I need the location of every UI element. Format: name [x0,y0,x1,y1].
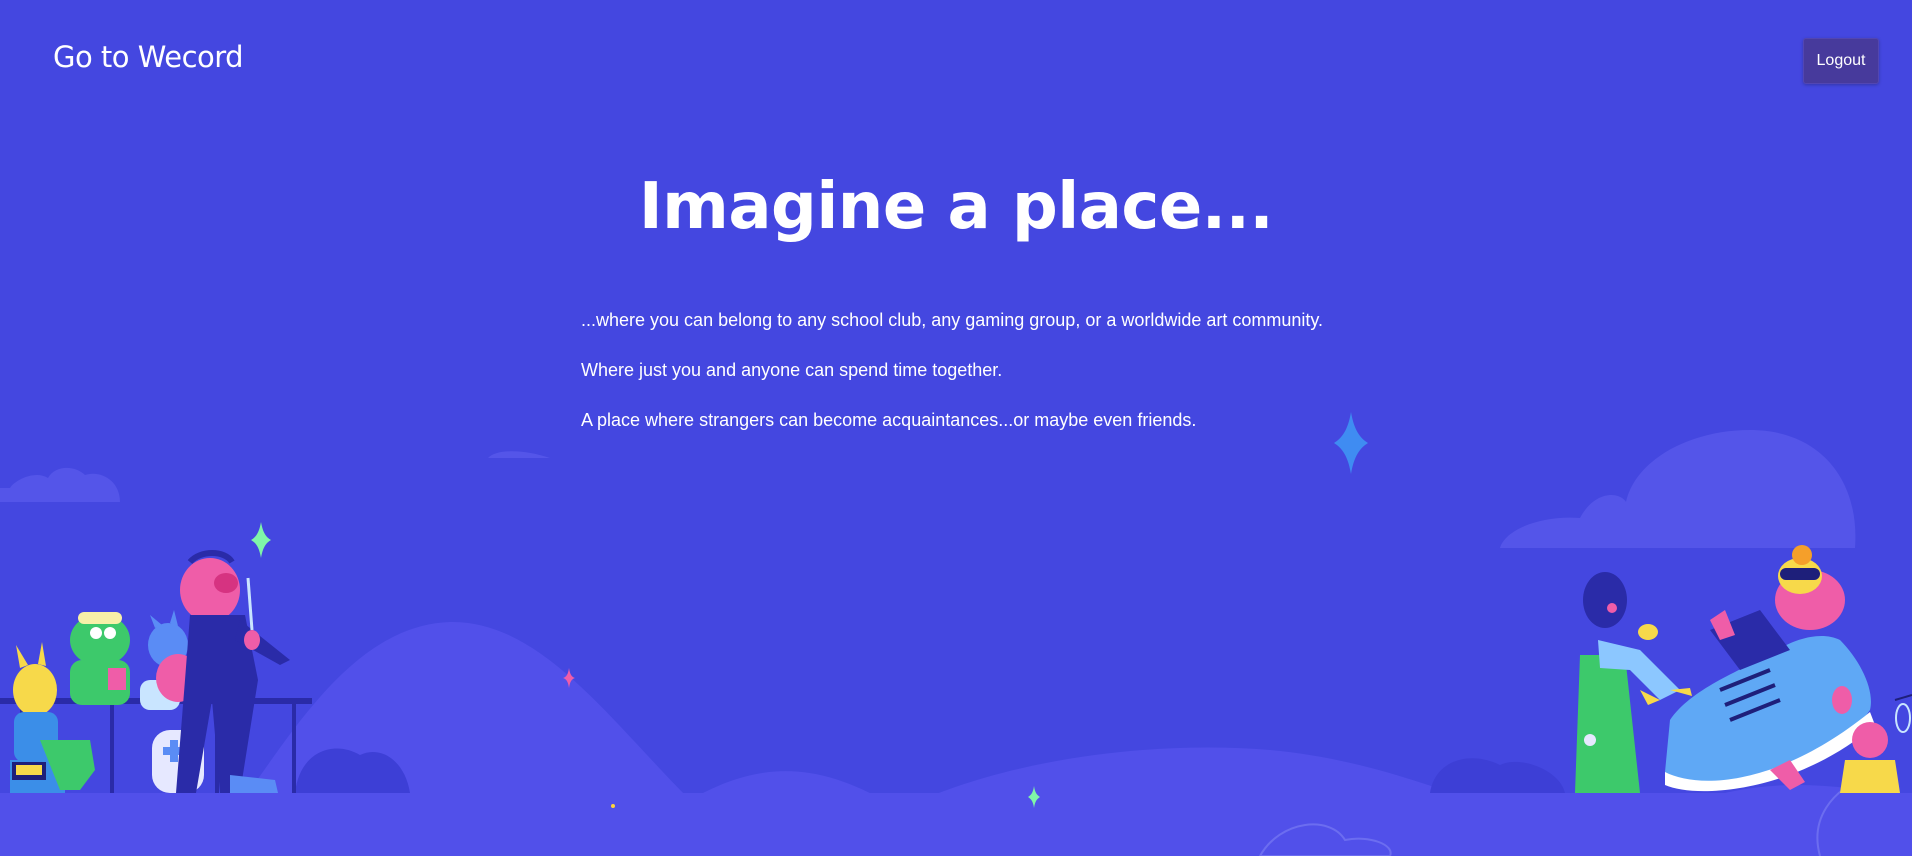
logout-button[interactable]: Logout [1803,38,1879,84]
landing-page: Go to Wecord Logout Imagine a place... .… [0,0,1912,856]
hero-paragraph: A place where strangers can become acqua… [581,410,1197,430]
right-characters-illustration [1575,545,1912,793]
brand-link[interactable]: Go to Wecord [53,40,244,74]
hero-paragraph: Where just you and anyone can spend time… [581,360,1003,380]
hero-paragraph: ...where you can belong to any school cl… [581,310,1324,330]
left-characters-illustration [0,550,312,793]
hero-title: Imagine a place... [638,170,1274,244]
sparkle-yellow-icon [611,804,615,808]
sparkle-green-icon [251,522,271,558]
cloud-right [1500,430,1856,548]
cloud-left [0,451,550,502]
hero-description: ...where you can belong to any school cl… [581,308,1361,458]
